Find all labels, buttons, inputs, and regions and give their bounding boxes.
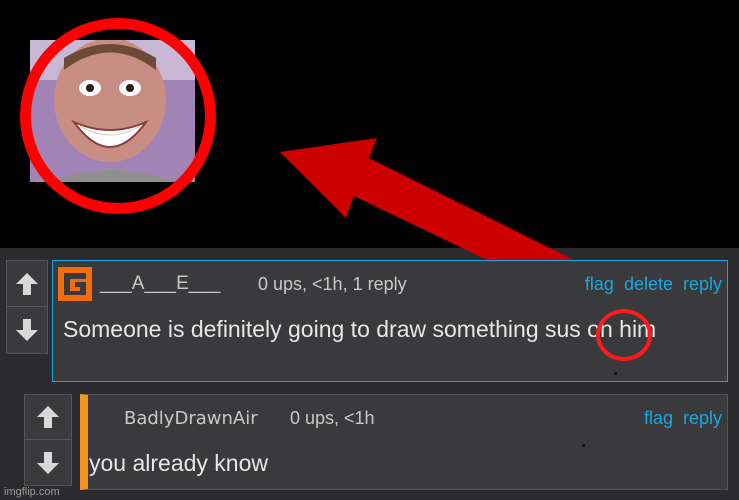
comment-meta: 0 ups, <1h xyxy=(290,408,375,428)
comment-username[interactable]: ___A___E___ xyxy=(100,273,220,295)
flag-link[interactable]: flag xyxy=(644,408,673,429)
comment-actions: flag reply xyxy=(644,408,722,429)
arrow-up-icon xyxy=(16,272,38,295)
delete-link[interactable]: delete xyxy=(624,274,673,295)
vote-controls xyxy=(24,394,72,486)
comment-meta: 0 ups, <1h, 1 reply xyxy=(258,274,407,294)
speck xyxy=(614,372,617,375)
upvote-button[interactable] xyxy=(7,261,47,307)
g-logo-icon xyxy=(58,267,92,301)
speck xyxy=(582,444,585,447)
downvote-button[interactable] xyxy=(7,307,47,353)
arrow-down-icon xyxy=(16,319,38,341)
comment-username[interactable]: BadlyDrawnAir xyxy=(124,408,258,429)
reply-link[interactable]: reply xyxy=(683,274,722,295)
arrow-down-icon xyxy=(37,451,59,474)
upvote-button[interactable] xyxy=(25,395,71,440)
reply-link[interactable]: reply xyxy=(683,408,722,429)
arrow-up-icon xyxy=(37,406,59,428)
comment-text: you already know xyxy=(89,450,268,476)
watermark: imgflip.com xyxy=(4,486,60,498)
red-circle-annotation xyxy=(596,309,652,361)
flag-link[interactable]: flag xyxy=(585,274,614,295)
meme-screenshot: ___A___E___ 0 ups, <1h, 1 reply flag del… xyxy=(0,0,739,500)
comment-actions: flag delete reply xyxy=(585,274,722,295)
downvote-button[interactable] xyxy=(25,440,71,485)
vote-controls xyxy=(6,260,48,354)
